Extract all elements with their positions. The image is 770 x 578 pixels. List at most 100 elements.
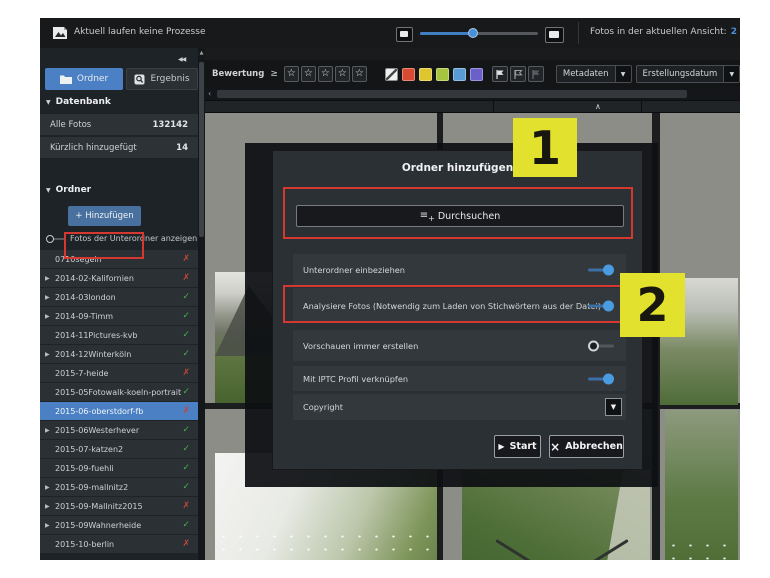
folder-row[interactable]: ▶ 2014-03london ✓ <box>40 288 198 306</box>
folder-row[interactable]: ▶ 2014-09-Timm ✓ <box>40 307 198 325</box>
scroll-up-icon[interactable]: ▲ <box>198 50 205 56</box>
close-icon: × <box>550 439 561 454</box>
start-button[interactable]: ▶ Start <box>494 435 541 458</box>
folder-row[interactable]: 2015-06-oberstdorf-fb ✗ <box>40 402 198 420</box>
expand-arrow-icon[interactable]: ▶ <box>45 503 55 510</box>
folder-row[interactable]: 2015-7-heide ✗ <box>40 364 198 382</box>
star-2-button[interactable]: ☆ <box>300 66 316 82</box>
star-5-button[interactable]: ☆ <box>351 66 367 82</box>
collapse-sidebar-icon[interactable]: ◀◀ <box>178 56 186 63</box>
metadata-dropdown[interactable]: Metadaten ▼ <box>555 65 632 83</box>
annotation-step-2: 2 <box>620 273 685 337</box>
folder-row[interactable]: 2015-07-katzen2 ✓ <box>40 440 198 458</box>
option-label: Vorschauen immer erstellen <box>303 340 419 351</box>
dropdown-value: Metadaten <box>562 69 609 79</box>
annotation-highlight-browse <box>283 187 633 239</box>
iptc-profile-dropdown[interactable]: Copyright ▼ <box>293 394 626 420</box>
folder-row[interactable]: ▶ 2015-09Wahnerheide ✓ <box>40 516 198 534</box>
scrollbar-thumb[interactable] <box>217 90 687 98</box>
section-header-datenbank[interactable]: ▼ Datenbank <box>46 97 111 107</box>
folder-row[interactable]: 2015-10-berlin ✗ <box>40 535 198 553</box>
section-label: Datenbank <box>55 97 111 107</box>
check-icon: ✓ <box>182 520 190 530</box>
thumbnail-size-large-icon[interactable] <box>545 27 564 43</box>
thumbnail-size-small-icon[interactable] <box>396 27 413 42</box>
color-filter-none[interactable] <box>384 67 398 81</box>
folder-row[interactable]: ▶ 2015-09-mallnitz2 ✓ <box>40 478 198 496</box>
toggle-knob <box>588 340 599 351</box>
star-3-button[interactable]: ☆ <box>317 66 333 82</box>
photos-in-view-count: 2 <box>730 27 737 37</box>
toggle-switch[interactable] <box>588 340 614 351</box>
chevron-down-icon[interactable]: ▼ <box>723 66 740 82</box>
folder-row[interactable]: 2015-09-fuehli ✓ <box>40 459 198 477</box>
slider-knob[interactable] <box>468 28 478 38</box>
chevron-down-icon[interactable]: ▼ <box>605 398 622 416</box>
dialog-title: Ordner hinzufügen <box>401 162 514 174</box>
dialog-option-row: Unterordner einbeziehen <box>293 254 626 285</box>
toggle-switch[interactable] <box>588 264 614 275</box>
flag-picked-icon[interactable] <box>491 66 508 82</box>
star-1-button[interactable]: ☆ <box>283 66 299 82</box>
scroll-left-icon[interactable]: ‹ <box>208 89 211 98</box>
folder-name: 2014-02-Kalifornien <box>55 273 134 283</box>
folder-row[interactable]: ▶ 2014-02-Kalifornien ✗ <box>40 269 198 287</box>
collapse-group-icon[interactable]: ∧ <box>595 102 601 111</box>
horizontal-scrollbar[interactable]: ‹ <box>205 88 740 100</box>
check-icon: ✓ <box>182 292 190 302</box>
thumbnail-size-slider[interactable] <box>420 32 538 35</box>
folder-name: 2015-05Fotowalk-koeln-portrait <box>55 387 182 397</box>
flag-rejected-icon[interactable] <box>527 66 544 82</box>
expand-arrow-icon[interactable]: ▶ <box>45 351 55 358</box>
annotation-highlight-analyze <box>283 285 655 323</box>
photos-in-view: Fotos in der aktuellen Ansicht: 2 <box>590 27 737 37</box>
check-icon: ✓ <box>182 463 190 473</box>
sidebar-scrollbar[interactable]: ▲ <box>198 48 205 560</box>
cancel-button[interactable]: × Abbrechen <box>549 435 624 458</box>
expand-arrow-icon[interactable]: ▶ <box>45 522 55 529</box>
folder-row[interactable]: ▶ 2015-09-Mallnitz2015 ✗ <box>40 497 198 515</box>
folder-name: 2015-06Westerhever <box>55 425 140 435</box>
flag-unflagged-icon[interactable] <box>509 66 526 82</box>
toggle-switch[interactable] <box>588 373 614 384</box>
star-4-button[interactable]: ☆ <box>334 66 350 82</box>
section-header-ordner[interactable]: ▼ Ordner <box>46 185 91 195</box>
color-filter-green[interactable] <box>435 67 449 81</box>
expand-arrow-icon[interactable]: ▶ <box>45 427 55 434</box>
tab-label: Ergebnis <box>150 74 190 84</box>
cross-icon: ✗ <box>182 406 190 416</box>
item-count: 14 <box>176 142 188 153</box>
folder-row[interactable]: ▶ 2014-12Winterköln ✓ <box>40 345 198 363</box>
folder-name: 2015-09-mallnitz2 <box>55 482 129 492</box>
check-icon: ✓ <box>182 330 190 340</box>
sidebar-item-alle-fotos[interactable]: Alle Fotos 132142 <box>40 114 198 135</box>
color-filter-purple[interactable] <box>469 67 483 81</box>
sort-date-dropdown[interactable]: Erstellungsdatum ▼ <box>635 65 740 83</box>
folder-row[interactable]: ▶ 2015-06Westerhever ✓ <box>40 421 198 439</box>
photo-app-window: Aktuell laufen keine Prozesse Fotos in d… <box>40 18 740 560</box>
color-filter-blue[interactable] <box>452 67 466 81</box>
folder-row[interactable]: 2015-05Fotowalk-koeln-portrait ✓ <box>40 383 198 401</box>
group-header-bar[interactable]: ∧ <box>205 100 740 113</box>
folder-row[interactable]: 2014-11Pictures-kvb ✓ <box>40 326 198 344</box>
cross-icon: ✗ <box>182 254 190 264</box>
cross-icon: ✗ <box>182 539 190 549</box>
add-folder-button[interactable]: + Hinzufügen <box>68 206 141 226</box>
start-label: Start <box>509 441 537 452</box>
chevron-down-icon[interactable]: ▼ <box>614 66 631 82</box>
sidebar: ◀◀ ▲ Ordner Ergebnis ▼ Datenbank Alle Fo… <box>40 48 205 560</box>
group-divider <box>493 101 494 112</box>
photo-thumbnail[interactable] <box>665 410 738 560</box>
tab-ordner[interactable]: Ordner <box>45 68 123 90</box>
expand-arrow-icon[interactable]: ▶ <box>45 275 55 282</box>
filter-toolbar: Bewertung ≥ ☆ ☆ ☆ ☆ ☆ Metadaten ▼ Erstellung… <box>205 60 740 88</box>
expand-arrow-icon[interactable]: ▶ <box>45 313 55 320</box>
sidebar-item-kuerzlich[interactable]: Kürzlich hinzugefügt 14 <box>40 137 198 158</box>
subfolder-toggle[interactable] <box>46 234 65 243</box>
tab-ergebnis[interactable]: Ergebnis <box>126 68 198 90</box>
scrollbar-thumb[interactable] <box>199 62 204 237</box>
expand-arrow-icon[interactable]: ▶ <box>45 294 55 301</box>
color-filter-red[interactable] <box>401 67 415 81</box>
expand-arrow-icon[interactable]: ▶ <box>45 484 55 491</box>
color-filter-yellow[interactable] <box>418 67 432 81</box>
